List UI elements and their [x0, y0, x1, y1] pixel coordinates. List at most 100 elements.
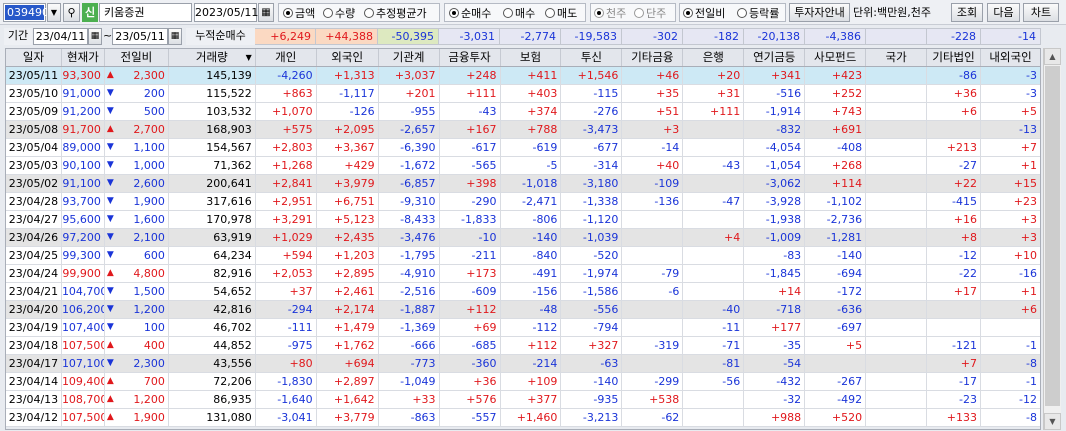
radio-amount[interactable]: 금액 [283, 3, 315, 22]
table-row[interactable]: 23/04/27 95,600 ▼ 1,600 170,978 +3,291 +5,123-… [6, 211, 1040, 229]
cell-other-financial [622, 229, 684, 246]
stock-code-field[interactable]: 039490 [3, 3, 49, 22]
cell-pension: -432 [744, 373, 806, 390]
cell-trust: -556 [561, 301, 623, 318]
cell-financial-invest: -617 [440, 139, 501, 156]
header-institution[interactable]: 기관계 [379, 49, 440, 66]
cell-nation [866, 229, 928, 246]
header-other-financial[interactable]: 기타금융 [622, 49, 684, 66]
radio-prev-day-label: 전일비 [695, 6, 726, 20]
radio-quantity[interactable]: 수량 [323, 3, 355, 22]
scroll-down-icon[interactable]: ▼ [1044, 413, 1061, 430]
calendar-icon[interactable]: ▦ [258, 3, 274, 22]
cell-change: ▲ 2,300 [105, 67, 169, 84]
cell-change: ▼ 100 [105, 319, 169, 336]
header-change[interactable]: 전일비 [105, 49, 169, 66]
investor-guide-button[interactable]: 투자자안내 [789, 3, 850, 22]
cell-change-value: 1,900 [133, 195, 165, 208]
header-date[interactable]: 일자 [6, 49, 62, 66]
table-row[interactable]: 23/05/02 91,100 ▼ 2,600 200,641 +2,841 +3,979-… [6, 175, 1040, 193]
radio-net-buy[interactable]: 순매수 [449, 3, 491, 22]
header-other-corp[interactable]: 기타법인 [927, 49, 982, 66]
header-bank[interactable]: 은행 [683, 49, 745, 66]
sum-financial-invest: -3,031 [439, 28, 500, 45]
table-row[interactable]: 23/04/28 93,700 ▼ 1,900 317,616 +2,951 +6,751-… [6, 193, 1040, 211]
table-row[interactable]: 23/04/26 97,200 ▼ 2,100 63,919 +1,029 +2,435 -3… [6, 229, 1040, 247]
cell-domestic-foreign: -8 [1025, 357, 1037, 370]
cell-trust: -3,213 [561, 409, 623, 426]
cell-date: 23/04/17 [6, 355, 62, 372]
cell-other-financial: +51 [622, 103, 684, 120]
radio-avg-price[interactable]: 추정평균가 [364, 3, 427, 22]
date-field[interactable]: 2023/05/11 [194, 3, 258, 22]
radio-prev-day[interactable]: 전일비 [683, 3, 725, 22]
cell-financial-invest: -290 [440, 193, 501, 210]
header-domestic-foreign[interactable]: 내외국인 [981, 49, 1040, 66]
table-row[interactable]: 23/04/18 107,500 ▲ 400 44,852 -975 +1,762 -666-… [6, 337, 1040, 355]
start-calendar-icon[interactable]: ▦ [88, 28, 102, 45]
cell-private-fund: +743 [805, 103, 867, 120]
table-row[interactable]: 23/04/19 107,400 ▼ 100 46,702 -111 +1,479 -1,36… [6, 319, 1040, 337]
stock-code-dropdown-icon[interactable]: ▼ [47, 3, 61, 22]
cell-date: 23/04/18 [6, 337, 62, 354]
table-row[interactable]: 23/04/14 109,400 ▲ 700 72,206 -1,830 +2,897 -1,… [6, 373, 1040, 391]
cell-change: ▼ 2,300 [105, 355, 169, 372]
vertical-scrollbar[interactable]: ▲ ▼ [1043, 48, 1061, 430]
table-row[interactable]: 23/05/11 93,300 ▲ 2,300 145,139 -4,260 +1,313 +… [6, 67, 1040, 85]
cell-bank [683, 409, 745, 426]
stock-name-field[interactable]: 키움증권 [99, 3, 192, 22]
table-row[interactable]: 23/04/20 106,200 ▼ 1,200 42,816 -294 +2,174 -1,… [6, 301, 1040, 319]
cell-other-corp: +6 [927, 103, 982, 120]
cell-private-fund: -408 [805, 139, 867, 156]
next-button[interactable]: 다음 [987, 3, 1020, 22]
table-row[interactable]: 23/05/09 91,200 ▼ 500 103,532 +1,070 -126 -955-… [6, 103, 1040, 121]
cell-private-fund: +252 [805, 85, 867, 102]
table-row[interactable]: 23/04/12 107,500 ▲ 1,900 131,080 -3,041 +3,779… [6, 409, 1040, 427]
search-icon[interactable]: ⚲ [63, 3, 80, 22]
header-financial-invest[interactable]: 금융투자 [440, 49, 501, 66]
cell-other-financial: -6 [622, 283, 684, 300]
cell-pension: -718 [744, 301, 806, 318]
sort-down-icon[interactable]: ▼ [246, 49, 252, 66]
table-row[interactable]: 23/05/08 91,700 ▲ 2,700 168,903 +575 +2,095 -2,… [6, 121, 1040, 139]
table-row[interactable]: 23/04/21 104,700 ▼ 1,500 54,652 +37 +2,461 -2,5… [6, 283, 1040, 301]
header-foreign[interactable]: 외국인 [317, 49, 379, 66]
cell-pension: -54 [744, 355, 806, 372]
table-row[interactable]: 23/05/10 91,000 ▼ 200 115,522 +863 -1,117 +201 +… [6, 85, 1040, 103]
header-price[interactable]: 현재가 [62, 49, 105, 66]
radio-single-shares[interactable]: 단주 [634, 3, 666, 22]
header-volume[interactable]: 거래량 ▼ [169, 49, 256, 66]
table-row[interactable]: 23/05/03 90,100 ▼ 1,000 71,362 +1,268 +429 -1,6… [6, 157, 1040, 175]
radio-buy[interactable]: 매수 [503, 3, 535, 22]
query-button[interactable]: 조회 [951, 3, 983, 22]
cell-foreign: +2,095 [317, 121, 379, 138]
header-trust[interactable]: 투신 [561, 49, 623, 66]
end-calendar-icon[interactable]: ▦ [168, 28, 182, 45]
table-row[interactable]: 23/04/17 107,100 ▼ 2,300 43,556 +80 +694 -773 -3… [6, 355, 1040, 373]
cell-foreign: +6,751 [317, 193, 379, 210]
header-individual[interactable]: 개인 [256, 49, 317, 66]
chart-button[interactable]: 차트 [1023, 3, 1059, 22]
header-private-fund[interactable]: 사모펀드 [805, 49, 867, 66]
cell-trust: -1,120 [561, 211, 623, 228]
radio-change-rate[interactable]: 등락률 [737, 3, 779, 22]
cell-pension: +341 [744, 67, 806, 84]
scroll-up-icon[interactable]: ▲ [1044, 48, 1061, 65]
table-row[interactable]: 23/04/13 108,700 ▲ 1,200 86,935 -1,640 +1,642 +… [6, 391, 1040, 409]
header-pension[interactable]: 연기금등 [744, 49, 806, 66]
table-row[interactable]: 23/04/24 99,900 ▲ 4,800 82,916 +2,053 +2,895 -4… [6, 265, 1040, 283]
radio-sell[interactable]: 매도 [545, 3, 577, 22]
scroll-thumb[interactable] [1045, 66, 1060, 406]
table-row[interactable]: 23/05/04 89,000 ▼ 1,100 154,567 +2,803 +3,367-… [6, 139, 1040, 157]
table-row[interactable]: 23/04/25 99,300 ▼ 600 64,234 +594 +1,203 -1,795… [6, 247, 1040, 265]
header-insurance[interactable]: 보험 [501, 49, 562, 66]
cell-volume: 42,816 [169, 301, 256, 318]
pin-badge[interactable]: 신 [82, 3, 98, 22]
radio-thousand-shares[interactable]: 천주 [594, 3, 626, 22]
end-date-field[interactable]: 23/05/11 [112, 28, 168, 45]
start-date-field[interactable]: 23/04/11 [33, 28, 88, 45]
cell-foreign: +1,479 [317, 319, 379, 336]
header-nation[interactable]: 국가 [866, 49, 928, 66]
cell-date: 23/04/19 [6, 319, 62, 336]
cell-change-value: 4,800 [133, 267, 165, 280]
